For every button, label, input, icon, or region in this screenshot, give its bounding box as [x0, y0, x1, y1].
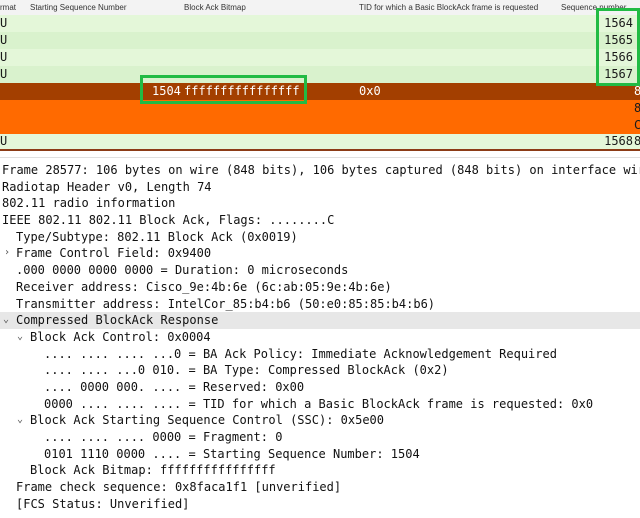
packet-details-pane: Frame 28577: 106 bytes on wire (848 bits… [0, 162, 640, 512]
packet-row[interactable]: U 1567 [0, 66, 640, 83]
row-tid: 0x0 [359, 84, 381, 98]
detail-fcs-status[interactable]: [FCS Status: Unverified] [0, 496, 640, 513]
row-format: U [0, 16, 8, 30]
column-header-block-ack-bitmap[interactable]: Block Ack Bitmap [184, 3, 246, 12]
row-sequence-number: 1565 [604, 33, 633, 47]
detail-ssc[interactable]: ⌄ Block Ack Starting Sequence Control (SS… [0, 412, 640, 429]
packet-row-selected[interactable]: 1504 ffffffffffffffff 0x0 8 [0, 83, 640, 100]
chevron-right-icon[interactable]: › [4, 245, 10, 262]
row-sequence-number: 1564 [604, 16, 633, 30]
chevron-down-icon[interactable]: ⌄ [17, 412, 23, 429]
row-sequence-number: 1567 [604, 67, 633, 81]
packet-row[interactable]: U 1568 8 [0, 134, 640, 149]
detail-radio-info[interactable]: 802.11 radio information [0, 195, 640, 212]
detail-ba-ack-policy[interactable]: .... .... .... ...0 = BA Ack Policy: Imm… [0, 346, 640, 363]
detail-block-ack-bitmap[interactable]: Block Ack Bitmap: ffffffffffffffff [0, 462, 640, 479]
chevron-down-icon[interactable]: ⌄ [17, 329, 23, 346]
detail-ba-type[interactable]: .... .... ...0 010. = BA Type: Compresse… [0, 362, 640, 379]
detail-type-subtype[interactable]: Type/Subtype: 802.11 Block Ack (0x0019) [0, 229, 640, 246]
packet-list-header: rmat Starting Sequence Number Block Ack … [0, 0, 640, 16]
detail-starting-sequence-number[interactable]: 0101 1110 0000 .... = Starting Sequence … [0, 446, 640, 463]
row-truncated-cell: 8 [634, 84, 640, 98]
detail-compressed-blockack[interactable]: ⌄ Compressed BlockAck Response [0, 312, 640, 329]
detail-tid[interactable]: 0000 .... .... .... = TID for which a Ba… [0, 396, 640, 413]
row-format: U [0, 33, 8, 47]
row-format: U [0, 134, 8, 148]
detail-reserved[interactable]: .... 0000 000. .... = Reserved: 0x00 [0, 379, 640, 396]
detail-ba-control[interactable]: ⌄ Block Ack Control: 0x0004 [0, 329, 640, 346]
detail-receiver-address[interactable]: Receiver address: Cisco_9e:4b:6e (6c:ab:… [0, 279, 640, 296]
row-sequence-number: 1568 [604, 134, 633, 148]
detail-transmitter-address[interactable]: Transmitter address: IntelCor_85:b4:b6 (… [0, 296, 640, 313]
row-sequence-number: 1566 [604, 50, 633, 64]
packet-row[interactable]: 8 [0, 100, 640, 117]
column-header-format[interactable]: rmat [0, 3, 16, 12]
packet-row[interactable]: U 1566 [0, 49, 640, 66]
detail-fcs[interactable]: Frame check sequence: 0x8faca1f1 [unveri… [0, 479, 640, 496]
column-header-starting-sequence-number[interactable]: Starting Sequence Number [30, 3, 127, 12]
detail-duration[interactable]: .000 0000 0000 0000 = Duration: 0 micros… [0, 262, 640, 279]
packet-row[interactable]: U 1565 [0, 32, 640, 49]
detail-radiotap[interactable]: Radiotap Header v0, Length 74 [0, 179, 640, 196]
packet-row[interactable]: U 1564 [0, 15, 640, 32]
row-truncated-cell: 8 [634, 134, 640, 148]
chevron-down-icon[interactable]: ⌄ [3, 312, 9, 329]
row-block-ack-bitmap: ffffffffffffffff [184, 84, 300, 98]
row-truncated-cell: C [634, 118, 640, 132]
detail-ieee80211[interactable]: IEEE 802.11 802.11 Block Ack, Flags: ...… [0, 212, 640, 229]
row-format: U [0, 67, 8, 81]
column-header-tid[interactable]: TID for which a Basic BlockAck frame is … [359, 3, 538, 12]
row-format: U [0, 50, 8, 64]
column-header-sequence-number[interactable]: Sequence number [561, 3, 626, 12]
packet-row[interactable]: C [0, 117, 640, 134]
pane-splitter[interactable] [0, 151, 640, 158]
detail-frame[interactable]: Frame 28577: 106 bytes on wire (848 bits… [0, 162, 640, 179]
detail-fragment[interactable]: .... .... .... 0000 = Fragment: 0 [0, 429, 640, 446]
detail-frame-control[interactable]: › Frame Control Field: 0x9400 [0, 245, 640, 262]
row-starting-sequence-number: 1504 [152, 84, 181, 98]
row-truncated-cell: 8 [634, 101, 640, 115]
